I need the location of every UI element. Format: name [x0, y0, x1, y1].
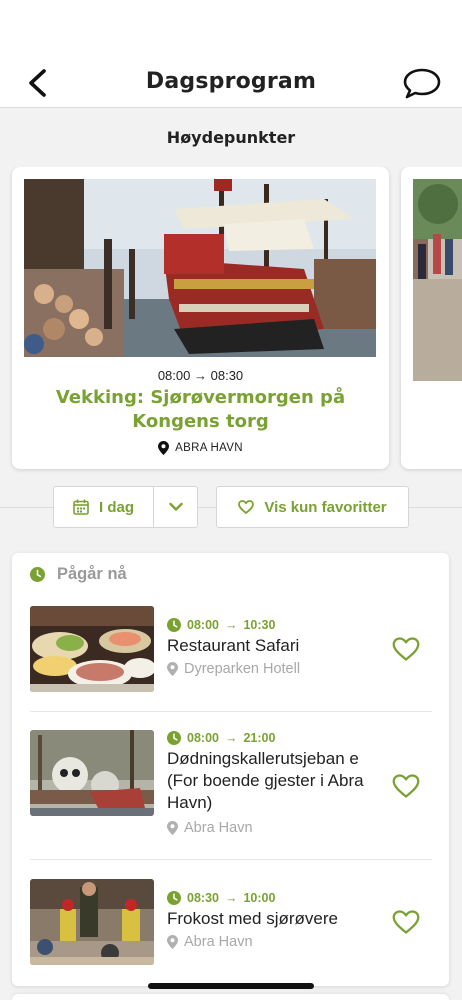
chat-bubble-icon: [403, 68, 441, 99]
highlight-card-next[interactable]: [401, 167, 462, 469]
event-time-end: 21:00: [243, 731, 276, 745]
location-pin-icon: [158, 441, 170, 455]
event-row[interactable]: 08:00 → 10:30 Restaurant Safari Dyrepark…: [30, 606, 432, 696]
chat-button[interactable]: [402, 66, 442, 100]
calendar-icon: [73, 499, 89, 515]
event-separator: [30, 711, 432, 712]
event-time: 08:30 → 10:00: [167, 891, 275, 905]
location-pin-icon: [167, 935, 178, 949]
location-pin-icon: [167, 821, 178, 835]
highlight-title: Vekking: Sjørøvermorgen på Kongens torg: [55, 387, 346, 432]
favorite-button[interactable]: [392, 773, 420, 799]
day-label: I dag: [98, 498, 134, 516]
highlight-image: [24, 179, 376, 357]
event-image: [30, 879, 154, 965]
ongoing-header: Pågår nå: [30, 565, 127, 584]
favorites-filter-button[interactable]: Vis kun favoritter: [216, 486, 409, 528]
day-dropdown-button[interactable]: [154, 487, 197, 527]
back-button[interactable]: [24, 68, 54, 98]
favorite-button[interactable]: [392, 636, 420, 662]
event-location: Abra Havn: [167, 820, 253, 836]
filter-bar: I dag Vis kun favoritter: [0, 486, 462, 528]
time-arrow: →: [194, 368, 207, 383]
highlight-card[interactable]: 08:00 → 08:30 Vekking: Sjørøvermorgen på…: [12, 167, 389, 469]
clock-icon: [167, 731, 181, 745]
heart-icon: [238, 500, 255, 514]
highlight-time-end: 08:30: [210, 368, 244, 383]
highlights-title: Høydepunkter: [166, 128, 296, 147]
highlight-image-next: [413, 179, 462, 381]
event-location-text: Dyreparken Hotell: [184, 661, 301, 677]
highlight-time: 08:00 → 08:30: [12, 368, 389, 383]
time-arrow: →: [224, 731, 238, 745]
day-button[interactable]: I dag: [54, 487, 154, 527]
highlights-carousel[interactable]: 08:00 → 08:30 Vekking: Sjørøvermorgen på…: [0, 167, 462, 477]
event-image: [30, 606, 154, 692]
event-image: [30, 730, 154, 816]
time-arrow: →: [224, 618, 238, 632]
ongoing-label: Pågår nå: [57, 565, 127, 583]
highlight-location-text: ABRA HAVN: [175, 442, 243, 454]
event-time-start: 08:00: [187, 731, 219, 745]
status-bar: [0, 0, 462, 56]
clock-icon: [30, 567, 45, 582]
nav-bar: Dagsprogram: [0, 56, 462, 108]
highlight-time-start: 08:00: [157, 368, 191, 383]
event-title: Frokost med sjørøvere: [167, 909, 338, 928]
clock-icon: [167, 618, 181, 632]
event-time-end: 10:30: [243, 618, 276, 632]
event-title: Restaurant Safari: [167, 636, 300, 655]
chevron-left-icon: [29, 69, 46, 97]
heart-icon: [392, 637, 420, 661]
event-time: 08:00 → 21:00: [167, 731, 275, 745]
event-time-end: 10:00: [243, 891, 276, 905]
event-time: 08:00 → 10:30: [167, 618, 275, 632]
time-arrow: →: [224, 891, 238, 905]
event-location: Dyreparken Hotell: [167, 661, 300, 677]
event-location-text: Abra Havn: [184, 934, 253, 950]
chevron-down-icon: [168, 502, 183, 511]
event-location: Abra Havn: [167, 934, 253, 950]
favorite-button[interactable]: [392, 909, 420, 935]
event-time-start: 08:30: [187, 891, 219, 905]
ongoing-list: Pågår nå 08:00 → 10:30 Restaurant Safari…: [12, 553, 449, 986]
highlight-location: ABRA HAVN: [12, 441, 389, 455]
event-location-text: Abra Havn: [184, 820, 253, 836]
home-indicator[interactable]: [148, 983, 314, 989]
heart-icon: [392, 910, 420, 934]
location-pin-icon: [167, 662, 178, 676]
day-selector[interactable]: I dag: [53, 486, 198, 528]
event-row[interactable]: 08:30 → 10:00 Frokost med sjørøvere Abra…: [30, 879, 432, 967]
favorites-label: Vis kun favoritter: [264, 498, 387, 516]
event-separator: [30, 859, 432, 860]
event-row[interactable]: 08:00 → 21:00 Dødningskallerutsjeban e (…: [30, 730, 432, 842]
clock-icon: [167, 891, 181, 905]
event-time-start: 08:00: [187, 618, 219, 632]
event-title: Dødningskallerutsjeban e (For boende gje…: [167, 749, 364, 812]
heart-icon: [392, 774, 420, 798]
next-section-card: [12, 994, 449, 1000]
page-title: Dagsprogram: [145, 69, 317, 94]
